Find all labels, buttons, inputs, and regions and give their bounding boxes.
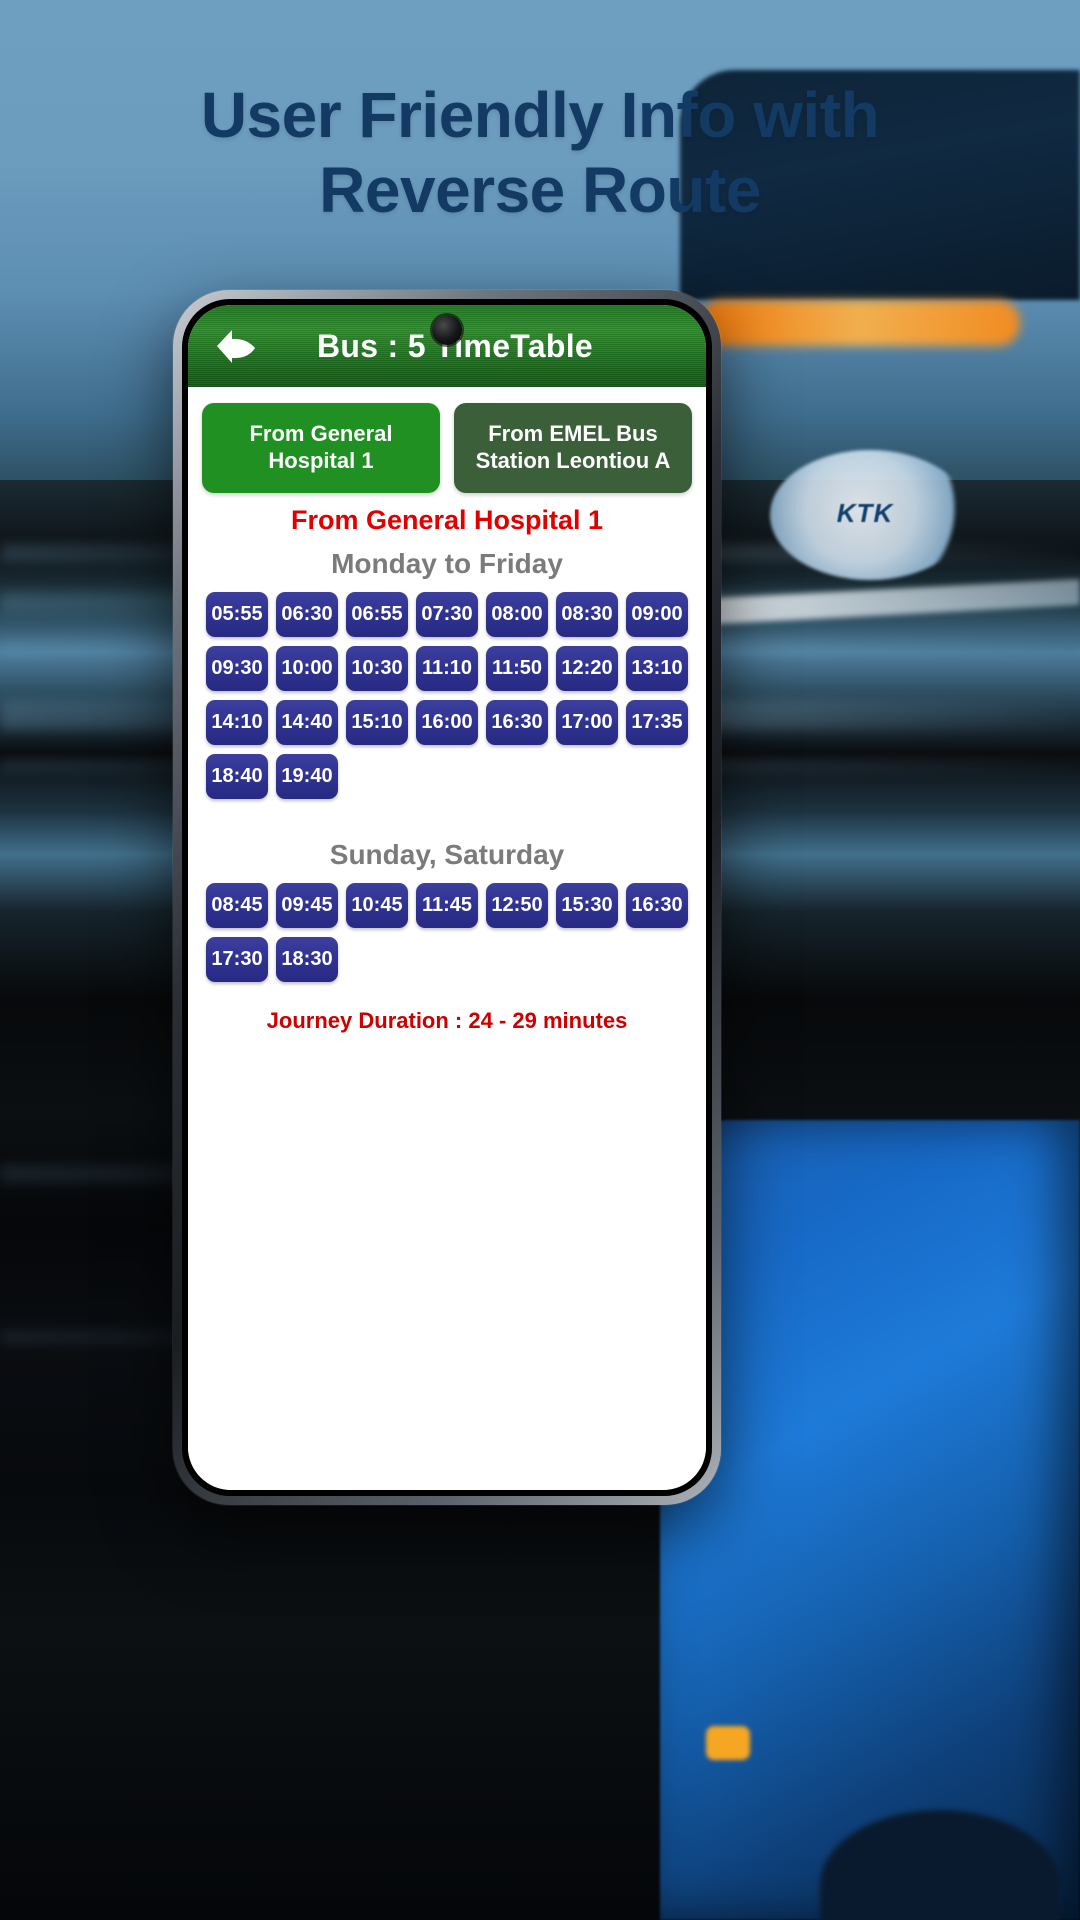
- time-chip[interactable]: 11:10: [416, 645, 478, 691]
- back-arrow-icon[interactable]: [210, 318, 266, 374]
- time-chip[interactable]: 10:30: [346, 645, 408, 691]
- time-chip[interactable]: 09:30: [206, 645, 268, 691]
- time-chip[interactable]: 16:30: [626, 882, 688, 928]
- time-chip[interactable]: 05:55: [206, 591, 268, 637]
- promo-headline: User Friendly Info with Reverse Route: [0, 78, 1080, 228]
- times-grid-weekday: 05:55 06:30 06:55 07:30 08:00 08:30 09:0…: [202, 591, 692, 799]
- time-chip[interactable]: 16:00: [416, 699, 478, 745]
- times-grid-weekend: 08:45 09:45 10:45 11:45 12:50 15:30 16:3…: [202, 882, 692, 982]
- time-chip[interactable]: 17:00: [556, 699, 618, 745]
- bus-photo: [660, 1120, 1080, 1920]
- time-chip[interactable]: 17:35: [626, 699, 688, 745]
- time-chip[interactable]: 09:45: [276, 882, 338, 928]
- phone-mockup: Bus : 5 TimeTable From General Hospital …: [173, 290, 721, 1505]
- time-chip[interactable]: 09:00: [626, 591, 688, 637]
- time-chip[interactable]: 11:50: [486, 645, 548, 691]
- time-chip[interactable]: 10:45: [346, 882, 408, 928]
- time-chip[interactable]: 14:10: [206, 699, 268, 745]
- time-chip[interactable]: 10:00: [276, 645, 338, 691]
- time-chip[interactable]: 06:55: [346, 591, 408, 637]
- schedule-day-label-weekday: Monday to Friday: [331, 547, 563, 579]
- selected-route-title: From General Hospital 1: [290, 504, 604, 535]
- time-chip[interactable]: 08:30: [556, 591, 618, 637]
- time-chip[interactable]: 16:30: [486, 699, 548, 745]
- bus-indicator-light: [706, 1726, 750, 1760]
- time-chip[interactable]: 07:30: [416, 591, 478, 637]
- time-chip[interactable]: 14:40: [276, 699, 338, 745]
- promo-headline-line2: Reverse Route: [319, 153, 761, 226]
- time-chip[interactable]: 15:10: [346, 699, 408, 745]
- time-chip[interactable]: 08:45: [206, 882, 268, 928]
- timetable-content: From General Hospital 1 From EMEL Bus St…: [188, 387, 706, 1490]
- time-chip[interactable]: 19:40: [276, 753, 338, 799]
- tab-route-from-emel-bus-station[interactable]: From EMEL Bus Station Leontiou A: [454, 403, 692, 493]
- phone-screen: Bus : 5 TimeTable From General Hospital …: [188, 305, 706, 1490]
- bus-logo-text: KTK: [836, 498, 894, 528]
- bus-headlight: [700, 300, 1020, 346]
- journey-duration-text: Journey Duration : 24 - 29 minutes: [266, 1007, 628, 1033]
- time-chip[interactable]: 15:30: [556, 882, 618, 928]
- time-chip[interactable]: 17:30: [206, 936, 268, 982]
- time-chip[interactable]: 13:10: [626, 645, 688, 691]
- time-chip[interactable]: 12:20: [556, 645, 618, 691]
- time-chip[interactable]: 06:30: [276, 591, 338, 637]
- time-chip[interactable]: 08:00: [486, 591, 548, 637]
- app-bar: Bus : 5 TimeTable: [188, 305, 706, 387]
- time-chip[interactable]: 18:30: [276, 936, 338, 982]
- camera-punch-hole-icon: [432, 315, 462, 345]
- time-chip[interactable]: 18:40: [206, 753, 268, 799]
- route-direction-tabs: From General Hospital 1 From EMEL Bus St…: [202, 403, 692, 493]
- phone-bezel: Bus : 5 TimeTable From General Hospital …: [182, 299, 712, 1496]
- promo-headline-line1: User Friendly Info with: [200, 79, 880, 151]
- time-chip[interactable]: 11:45: [416, 882, 478, 928]
- schedule-day-label-weekend: Sunday, Saturday: [329, 838, 565, 870]
- time-chip[interactable]: 12:50: [486, 882, 548, 928]
- tab-route-from-general-hospital[interactable]: From General Hospital 1: [202, 403, 440, 493]
